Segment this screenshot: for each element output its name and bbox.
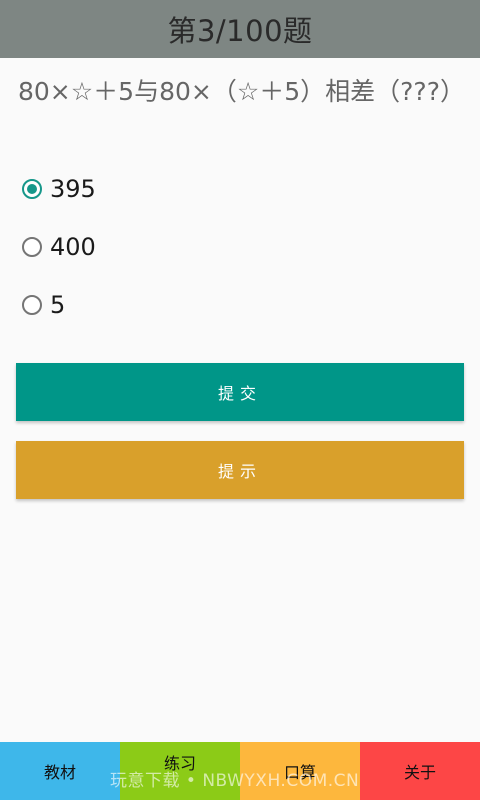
radio-unchecked-icon[interactable] <box>22 295 42 315</box>
question-counter-title: 第3/100题 <box>167 14 313 48</box>
hint-button[interactable]: 提示 <box>16 441 464 499</box>
radio-unchecked-icon[interactable] <box>22 237 42 257</box>
option-5[interactable]: 5 <box>22 287 65 323</box>
nav-tab-about[interactable]: 关于 <box>360 742 480 800</box>
submit-button[interactable]: 提交 <box>16 363 464 421</box>
option-400[interactable]: 400 <box>22 229 96 265</box>
option-label[interactable]: 400 <box>50 233 96 261</box>
option-label[interactable]: 395 <box>50 175 96 203</box>
question-text: 80×☆＋5与80×（☆＋5）相差（???） <box>18 77 465 106</box>
option-395[interactable]: 395 <box>22 171 96 207</box>
title-bar: 第3/100题 <box>0 0 480 58</box>
radio-checked-icon[interactable] <box>22 179 42 199</box>
option-label[interactable]: 5 <box>50 291 65 319</box>
radio-dot-icon <box>27 184 37 194</box>
nav-tab-textbook[interactable]: 教材 <box>0 742 120 800</box>
watermark-text: 玩意下载 • NBWYXH.COM.CN <box>110 771 360 791</box>
